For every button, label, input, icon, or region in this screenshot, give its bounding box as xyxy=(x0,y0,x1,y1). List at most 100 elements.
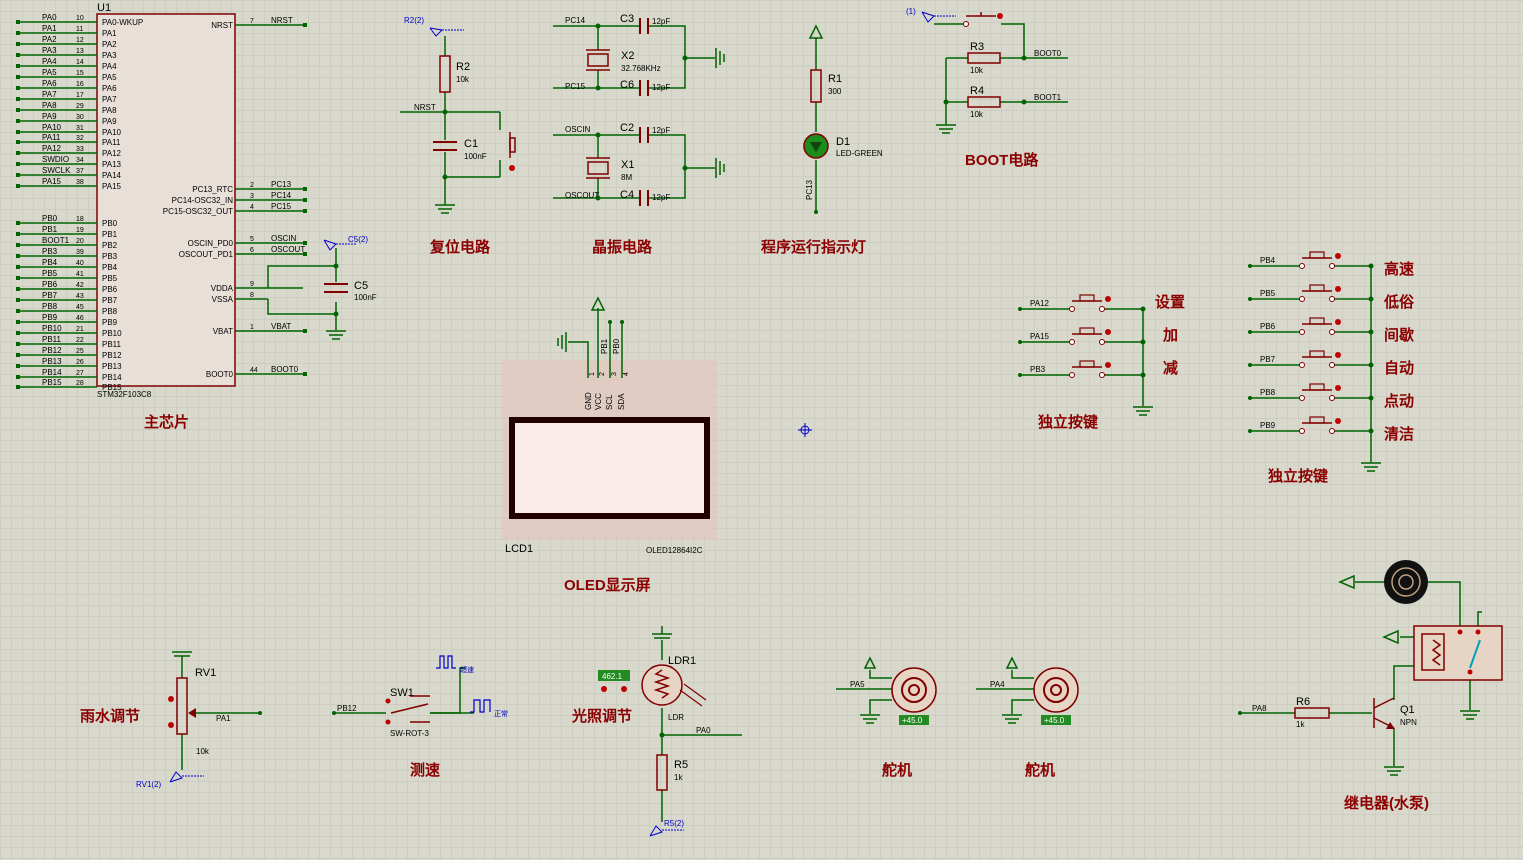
key-function-label: 自动 xyxy=(1384,359,1414,377)
pin-dot xyxy=(1299,263,1305,269)
oled-screen[interactable] xyxy=(509,417,710,519)
heading-crystal: 晶振电路 xyxy=(592,238,653,256)
mcu-net-label: PB4 xyxy=(42,258,58,267)
mcu-pin-number: 25 xyxy=(76,348,84,355)
ldr1-photoresistor[interactable] xyxy=(641,664,683,706)
pin-dot xyxy=(509,165,515,171)
heading-servo1: 舵机 xyxy=(882,761,912,779)
mcu-pin-name: OSCIN_PD0 xyxy=(188,239,234,248)
key-net-label: PA15 xyxy=(1030,332,1050,341)
heading-light: 光照调节 xyxy=(571,707,632,725)
servo1-reading: +45.0 xyxy=(902,716,923,725)
key-function-label: 高速 xyxy=(1384,260,1414,278)
mcu-pin-name: VSSA xyxy=(212,295,234,304)
junction-dot xyxy=(595,132,601,138)
pin-terminal xyxy=(16,232,20,236)
key-net-label: PB8 xyxy=(1260,388,1276,397)
mcu-ref: U1 xyxy=(97,2,111,14)
c5-probe-label: C5(2) xyxy=(348,235,368,244)
pin-dot xyxy=(332,711,336,715)
high-speed-label: 超速 xyxy=(460,665,474,674)
junction-dot xyxy=(1368,329,1374,335)
pin-dot xyxy=(1105,329,1111,335)
mcu-pin-number: 1 xyxy=(250,324,254,331)
pin-terminal xyxy=(16,309,20,313)
net-label-pa1: PA1 xyxy=(216,714,231,723)
junction-dot xyxy=(333,263,339,269)
servo2-motor[interactable] xyxy=(1033,667,1079,713)
r4-value: 10k xyxy=(970,110,984,119)
mcu-pin-name: PB12 xyxy=(102,351,122,360)
mcu-pin-number: 8 xyxy=(250,292,254,299)
mcu-net-label: PB9 xyxy=(42,313,58,322)
pin-terminal xyxy=(16,108,20,112)
pin-dot xyxy=(1335,418,1341,424)
pin-dot xyxy=(1457,629,1463,635)
heading-oled: OLED显示屏 xyxy=(564,577,651,594)
pin-dot xyxy=(1335,253,1341,259)
pin-terminal xyxy=(16,184,20,188)
pin-dot xyxy=(168,722,174,728)
c1-value: 100nF xyxy=(464,152,487,161)
mcu-pin-number: 5 xyxy=(250,236,254,243)
water-pump-icon[interactable] xyxy=(1384,560,1428,604)
mcu-pin-name: PA15 xyxy=(102,182,122,191)
mcu-pin-name: PA1 xyxy=(102,29,117,38)
schematic-canvas[interactable]: U1 STM32F103C8 PA0 10 PA0-WKUPPA1 11 PA1PA2 1… xyxy=(0,0,1523,860)
mcu-pin-name: PA7 xyxy=(102,95,117,104)
mcu-pin-name: VBAT xyxy=(213,327,233,336)
key-net-label: PB3 xyxy=(1030,365,1046,374)
mcu-pin-number: 13 xyxy=(76,48,84,55)
mcu-net-label: BOOT0 xyxy=(271,365,299,374)
mcu-pin-number: 31 xyxy=(76,125,84,132)
pin-dot xyxy=(1248,429,1252,433)
c2-value: 12pF xyxy=(652,126,670,135)
pin-dot xyxy=(1335,385,1341,391)
mcu-pin-name: PB5 xyxy=(102,274,118,283)
junction-dot xyxy=(595,85,601,91)
pin-terminal xyxy=(16,243,20,247)
mcu-net-label: PB15 xyxy=(42,378,62,387)
r3-value: 10k xyxy=(970,66,984,75)
key-function-label: 加 xyxy=(1162,327,1178,344)
net-label-pc14: PC14 xyxy=(565,16,586,25)
key-net-label: PB9 xyxy=(1260,421,1276,430)
c2-ref: C2 xyxy=(620,122,634,134)
key-net-label: PA12 xyxy=(1030,299,1050,308)
junction-dot xyxy=(442,174,448,180)
mcu-net-label: PC15 xyxy=(271,202,292,211)
junction-dot xyxy=(1368,428,1374,434)
mcu-net-label: PB7 xyxy=(42,291,58,300)
mcu-net-label: NRST xyxy=(271,16,293,25)
junction-dot xyxy=(682,165,688,171)
c4-value: 12pF xyxy=(652,193,670,202)
pin-dot xyxy=(1105,296,1111,302)
mcu-pin-number: 30 xyxy=(76,114,84,121)
net-label-oscin: OSCIN xyxy=(565,125,591,134)
d1-ref: D1 xyxy=(836,136,850,148)
mcu-pin-name: PA3 xyxy=(102,51,117,60)
junction-dot xyxy=(1140,306,1146,312)
sw1-ref: SW1 xyxy=(390,687,414,699)
mcu-pin-number: 2 xyxy=(250,182,254,189)
mcu-net-label: PA0 xyxy=(42,13,57,22)
junction-dot xyxy=(682,55,688,61)
pin-terminal xyxy=(303,23,307,27)
junction-dot xyxy=(1140,372,1146,378)
oled-pin-num: 3 xyxy=(611,372,618,376)
pin-dot xyxy=(258,711,262,715)
pin-terminal xyxy=(16,276,20,280)
net-label-pa4: PA4 xyxy=(990,680,1005,689)
pin-dot xyxy=(385,719,391,725)
pin-dot xyxy=(1299,329,1305,335)
mcu-pin-name: PB2 xyxy=(102,241,118,250)
r2-value: 10k xyxy=(456,75,470,84)
mcu-net-label: OSCIN xyxy=(271,234,297,243)
oled-pin-num: 4 xyxy=(623,372,630,376)
mcu-pin-number: 18 xyxy=(76,216,84,223)
heading-relay: 继电器(水泵) xyxy=(1344,794,1429,812)
pin-terminal xyxy=(16,221,20,225)
c3-ref: C3 xyxy=(620,13,634,25)
servo1-motor[interactable] xyxy=(891,667,937,713)
mcu-pin-number: 6 xyxy=(250,247,254,254)
